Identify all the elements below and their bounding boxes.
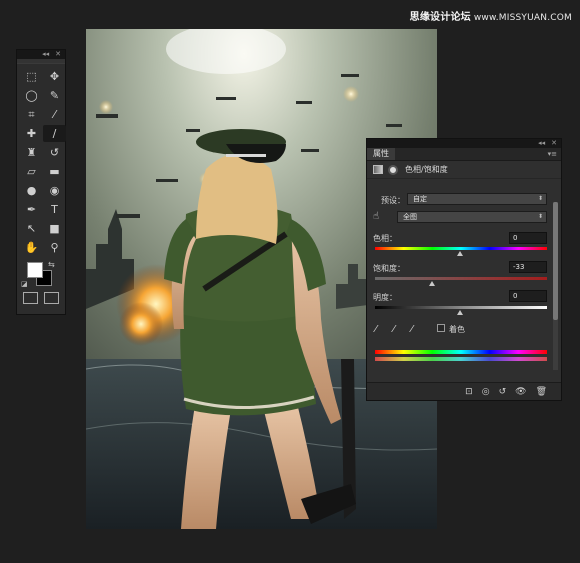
properties-panel: ◂◂ ✕ 属性 ▾≡ 色相/饱和度 预设： 自定 ⬍ ☝ 全图 ⬍ 色相： 0 … <box>366 138 562 401</box>
screen-mode-icon[interactable] <box>44 292 59 304</box>
eyedropper-plus-icon[interactable]: ⁄ <box>393 324 395 335</box>
saturation-input[interactable]: -33 <box>509 261 547 273</box>
tools-grid: ⬚ ✥ ◯ ✎ ⌗ ⁄ ✚ ∕ ♜ ↺ ▱ ▬ ● ◉ ✒ T ↖ ■ ✋ ⚲ <box>17 64 66 256</box>
collapse-icon[interactable]: ◂◂ <box>42 50 49 59</box>
hue-slider-track[interactable] <box>375 247 547 250</box>
visibility-icon[interactable]: 👁 <box>515 387 526 397</box>
eyedropper-icon[interactable]: ⁄ <box>375 324 377 335</box>
saturation-slider-thumb[interactable] <box>429 281 435 286</box>
colorize-checkbox[interactable] <box>437 324 445 332</box>
crop-tool-icon[interactable]: ⌗ <box>20 106 43 123</box>
marquee-tool-icon[interactable]: ⬚ <box>20 68 43 85</box>
lightness-input[interactable]: 0 <box>509 290 547 302</box>
clip-to-layer-icon[interactable]: ⊡ <box>465 387 473 397</box>
foreground-color-swatch[interactable] <box>27 262 43 278</box>
healing-brush-tool-icon[interactable]: ✚ <box>20 125 43 142</box>
hue-slider-thumb[interactable] <box>457 251 463 256</box>
adjustment-title: 色相/饱和度 <box>405 165 448 174</box>
close-icon[interactable]: ✕ <box>551 139 557 148</box>
close-icon[interactable]: ✕ <box>55 50 61 59</box>
clone-stamp-tool-icon[interactable]: ♜ <box>20 144 43 161</box>
dodge-tool-icon[interactable]: ◉ <box>43 182 66 199</box>
tab-properties[interactable]: 属性 <box>367 148 395 160</box>
swap-colors-icon[interactable]: ⇆ <box>48 260 55 269</box>
blur-tool-icon[interactable]: ● <box>20 182 43 199</box>
lightness-label: 明度： <box>373 293 397 302</box>
lasso-tool-icon[interactable]: ◯ <box>20 87 43 104</box>
shape-tool-icon[interactable]: ■ <box>43 220 66 237</box>
hand-tool-icon[interactable]: ✋ <box>20 239 43 256</box>
lightness-slider-track[interactable] <box>375 306 547 309</box>
preset-dropdown[interactable]: 自定 ⬍ <box>407 193 547 205</box>
collapse-icon[interactable]: ◂◂ <box>538 139 545 148</box>
brush-tool-icon[interactable]: ∕ <box>43 125 66 142</box>
eraser-tool-icon[interactable]: ▱ <box>20 163 43 180</box>
preset-value: 自定 <box>413 195 427 203</box>
tools-bottom <box>17 290 65 306</box>
layer-mask-icon[interactable] <box>388 164 398 175</box>
gradient-tool-icon[interactable]: ▬ <box>43 163 66 180</box>
type-tool-icon[interactable]: T <box>43 201 66 218</box>
color-swatches: ⇆ ◪ <box>17 260 65 290</box>
properties-tabbar: 属性 ▾≡ <box>367 148 561 161</box>
dropdown-arrow-icon: ⬍ <box>537 213 543 220</box>
channel-value: 全图 <box>403 213 417 221</box>
adjustment-title-row: 色相/饱和度 <box>367 161 561 179</box>
tools-panel-header: ◂◂ ✕ <box>17 50 65 59</box>
pen-tool-icon[interactable]: ✒ <box>20 201 43 218</box>
dropdown-arrow-icon: ⬍ <box>537 195 543 202</box>
hue-input[interactable]: 0 <box>509 232 547 244</box>
saturation-label: 饱和度： <box>373 264 405 273</box>
zoom-tool-icon[interactable]: ⚲ <box>43 239 66 256</box>
eyedropper-minus-icon[interactable]: ⁄ <box>411 324 413 335</box>
history-brush-tool-icon[interactable]: ↺ <box>43 144 66 161</box>
watermark-brand: 思缘设计论坛 <box>409 12 471 23</box>
quick-select-tool-icon[interactable]: ✎ <box>43 87 66 104</box>
path-select-tool-icon[interactable]: ↖ <box>20 220 43 237</box>
watermark: 思缘设计论坛 www.MISSYUAN.COM <box>410 8 572 23</box>
targeted-adjustment-hand-icon[interactable]: ☝ <box>373 211 379 222</box>
delete-icon[interactable]: 🗑 <box>536 387 547 397</box>
adjustment-layer-icon[interactable] <box>373 165 383 174</box>
output-spectrum-bar <box>375 357 547 361</box>
tools-panel: ◂◂ ✕ ⬚ ✥ ◯ ✎ ⌗ ⁄ ✚ ∕ ♜ ↺ ▱ ▬ ● ◉ ✒ T ↖ ■ ✋ ⚲ ⇆ ◪ <box>16 49 66 315</box>
reset-icon[interactable]: ↺ <box>499 387 507 397</box>
input-spectrum-bar <box>375 350 547 354</box>
panel-scrollbar-thumb[interactable] <box>553 202 558 320</box>
quick-mask-icon[interactable] <box>23 292 38 304</box>
move-tool-icon[interactable]: ✥ <box>43 68 66 85</box>
colorize-label: 着色 <box>449 325 465 334</box>
panel-footer: ⊡ ◎ ↺ 👁 🗑 <box>367 382 561 400</box>
lightness-slider-thumb[interactable] <box>457 310 463 315</box>
preset-label: 预设： <box>381 196 405 205</box>
hue-label: 色相： <box>373 234 397 243</box>
default-colors-icon[interactable]: ◪ <box>21 280 28 288</box>
properties-panel-header: ◂◂ ✕ <box>367 139 561 148</box>
saturation-slider-track[interactable] <box>375 277 547 280</box>
eyedropper-tool-icon[interactable]: ⁄ <box>43 106 66 123</box>
view-previous-icon[interactable]: ◎ <box>482 387 490 397</box>
panel-menu-icon[interactable]: ▾≡ <box>548 148 561 160</box>
channel-dropdown[interactable]: 全图 ⬍ <box>397 211 547 223</box>
watermark-site: www.MISSYUAN.COM <box>473 13 572 23</box>
